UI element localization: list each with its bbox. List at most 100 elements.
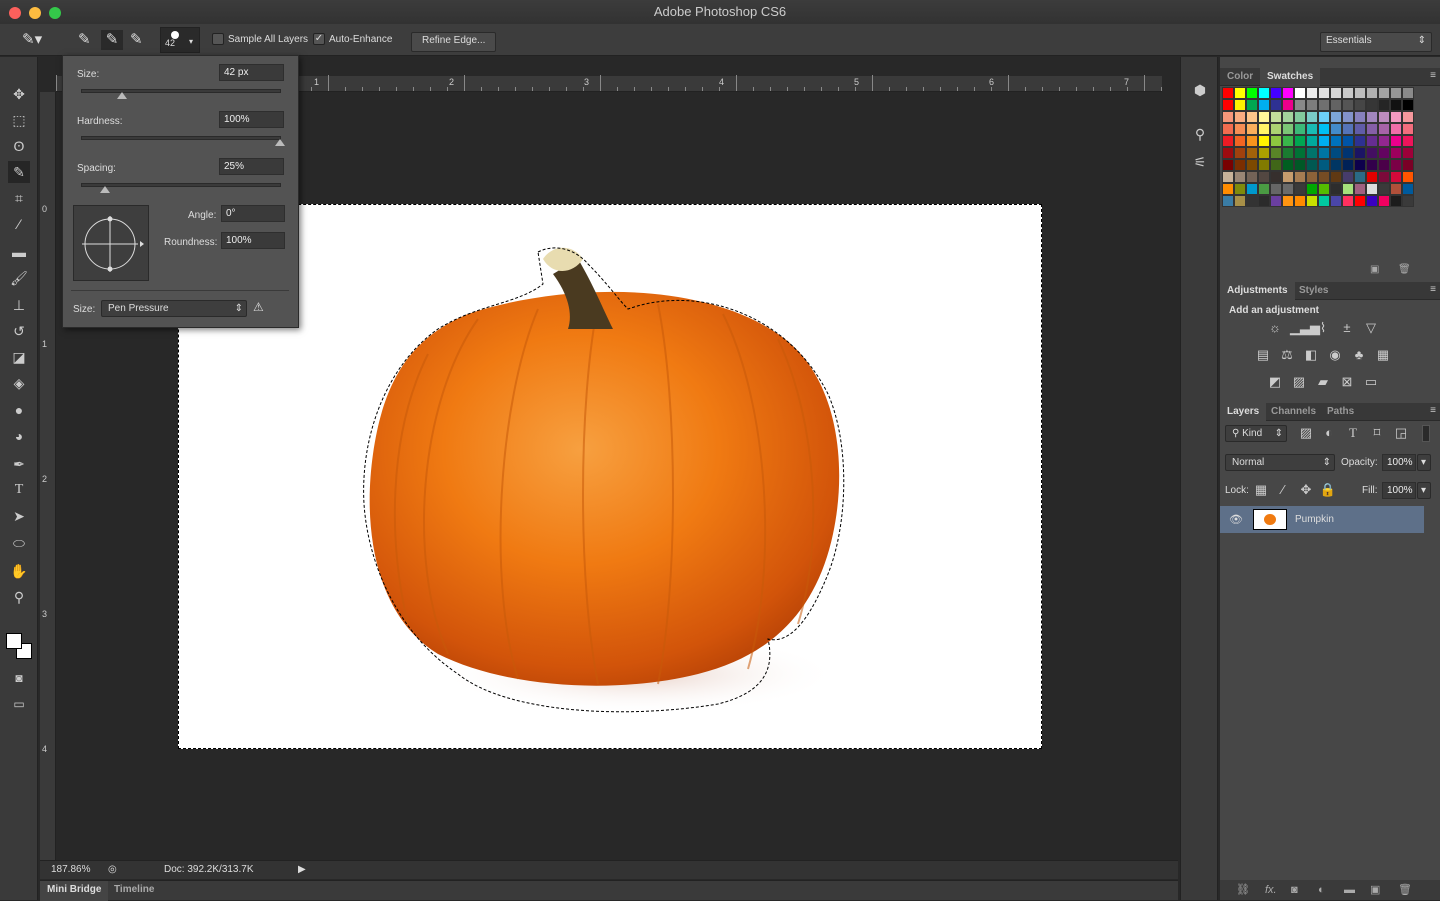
color-swatch[interactable] — [1330, 123, 1342, 135]
color-swatch[interactable] — [1222, 159, 1234, 171]
color-swatch[interactable] — [1378, 159, 1390, 171]
visibility-eye-icon[interactable]: 👁 — [1229, 513, 1243, 526]
color-swatch[interactable] — [1234, 183, 1246, 195]
clone-stamp-tool-icon[interactable]: ⊥ — [8, 294, 30, 316]
color-swatch[interactable] — [1258, 147, 1270, 159]
color-swatch[interactable] — [1270, 135, 1282, 147]
color-swatch[interactable] — [1246, 159, 1258, 171]
color-swatch[interactable] — [1378, 87, 1390, 99]
blend-mode-select[interactable]: Normal ⇕ — [1225, 454, 1335, 471]
color-swatch[interactable] — [1234, 195, 1246, 207]
zoom-window-button[interactable] — [49, 7, 61, 19]
color-swatch[interactable] — [1342, 171, 1354, 183]
filter-smart-object-icon[interactable]: ◲ — [1392, 425, 1410, 441]
color-swatch[interactable] — [1354, 171, 1366, 183]
hardness-slider[interactable] — [81, 136, 285, 146]
workspace-select[interactable]: Essentials ⇕ — [1320, 32, 1432, 52]
color-swatch[interactable] — [1378, 195, 1390, 207]
color-swatch[interactable] — [1306, 171, 1318, 183]
color-swatch[interactable] — [1270, 195, 1282, 207]
color-swatch[interactable] — [1354, 135, 1366, 147]
color-swatch[interactable] — [1366, 87, 1378, 99]
color-swatch[interactable] — [1282, 123, 1294, 135]
brush-picker[interactable]: 42 ▾ — [160, 27, 200, 53]
color-swatch[interactable] — [1390, 87, 1402, 99]
new-selection-icon[interactable]: ✎ — [78, 30, 91, 50]
color-swatch[interactable] — [1294, 195, 1306, 207]
color-swatch[interactable] — [1390, 135, 1402, 147]
spacing-slider[interactable] — [81, 183, 281, 193]
ellipse-tool-icon[interactable]: ⬭ — [8, 532, 30, 554]
color-swatch[interactable] — [1234, 111, 1246, 123]
filter-toggle[interactable] — [1422, 425, 1430, 442]
color-swatch[interactable] — [1342, 87, 1354, 99]
color-swatch[interactable] — [1270, 171, 1282, 183]
tab-layers[interactable]: Layers — [1220, 403, 1267, 421]
color-swatch[interactable] — [1402, 99, 1414, 111]
tab-styles[interactable]: Styles — [1292, 282, 1335, 300]
color-swatch[interactable] — [1306, 135, 1318, 147]
color-swatch[interactable] — [1294, 183, 1306, 195]
color-swatch[interactable] — [1294, 123, 1306, 135]
panel-menu-icon[interactable]: ≡ — [1430, 284, 1436, 295]
color-swatch[interactable] — [1306, 147, 1318, 159]
rectangular-marquee-tool-icon[interactable]: ⬚ — [8, 109, 30, 131]
curves-icon[interactable]: ⌇ — [1314, 320, 1332, 336]
color-swatch[interactable] — [1402, 159, 1414, 171]
color-swatch[interactable] — [1366, 111, 1378, 123]
color-swatch[interactable] — [1234, 171, 1246, 183]
color-swatch[interactable] — [1282, 195, 1294, 207]
layer-filter-select[interactable]: ⚲ Kind ⇕ — [1225, 425, 1287, 442]
minimize-window-button[interactable] — [29, 7, 41, 19]
color-swatch[interactable] — [1246, 111, 1258, 123]
color-swatch[interactable] — [1222, 147, 1234, 159]
add-to-selection-icon[interactable]: ✎ — [101, 30, 123, 50]
color-swatch[interactable] — [1318, 111, 1330, 123]
color-swatch[interactable] — [1270, 87, 1282, 99]
vibrance-icon[interactable]: ▽ — [1362, 320, 1380, 336]
color-swatch[interactable] — [1246, 147, 1258, 159]
color-swatch[interactable] — [1318, 159, 1330, 171]
color-swatch[interactable] — [1366, 135, 1378, 147]
color-swatch[interactable] — [1330, 159, 1342, 171]
color-lookup-icon[interactable]: ▦ — [1374, 347, 1392, 363]
color-swatch[interactable] — [1222, 171, 1234, 183]
color-swatch[interactable] — [1330, 147, 1342, 159]
size-field[interactable]: 42 px — [219, 64, 284, 81]
color-swatch[interactable] — [1390, 195, 1402, 207]
color-swatch[interactable] — [1294, 147, 1306, 159]
exposure-icon[interactable]: ± — [1338, 320, 1356, 336]
canvas[interactable] — [178, 204, 1042, 749]
color-swatch[interactable] — [1270, 147, 1282, 159]
add-mask-icon[interactable]: ◙ — [1291, 880, 1298, 900]
color-swatch[interactable] — [1222, 87, 1234, 99]
color-swatch[interactable] — [1294, 171, 1306, 183]
color-swatch[interactable] — [1390, 171, 1402, 183]
crop-tool-icon[interactable]: ⌗ — [8, 187, 30, 209]
color-swatch[interactable] — [1270, 99, 1282, 111]
hue-saturation-icon[interactable]: ▤ — [1254, 347, 1272, 363]
color-swatch[interactable] — [1330, 195, 1342, 207]
color-swatch[interactable] — [1402, 111, 1414, 123]
status-info-icon[interactable]: ◎ — [108, 861, 117, 879]
color-swatch[interactable] — [1294, 135, 1306, 147]
color-swatch[interactable] — [1222, 99, 1234, 111]
color-swatch[interactable] — [1402, 135, 1414, 147]
color-swatch[interactable] — [1306, 111, 1318, 123]
color-swatch[interactable] — [1282, 147, 1294, 159]
color-swatch[interactable] — [1294, 159, 1306, 171]
color-swatch[interactable] — [1258, 87, 1270, 99]
roundness-field[interactable]: 100% — [221, 232, 285, 249]
color-swatch[interactable] — [1318, 171, 1330, 183]
color-swatch[interactable] — [1366, 123, 1378, 135]
close-window-button[interactable] — [9, 7, 21, 19]
auto-enhance-checkbox[interactable]: ✓ Auto-Enhance — [313, 30, 392, 50]
color-swatch[interactable] — [1354, 183, 1366, 195]
new-swatch-icon[interactable]: ▣ — [1370, 264, 1379, 275]
invert-icon[interactable]: ◩ — [1266, 374, 1284, 390]
color-swatch[interactable] — [1354, 111, 1366, 123]
color-swatch[interactable] — [1294, 111, 1306, 123]
color-swatch[interactable] — [1366, 183, 1378, 195]
delete-swatch-icon[interactable]: 🗑 — [1398, 264, 1411, 275]
size-control-select[interactable]: Pen Pressure ⇕ — [101, 300, 247, 317]
